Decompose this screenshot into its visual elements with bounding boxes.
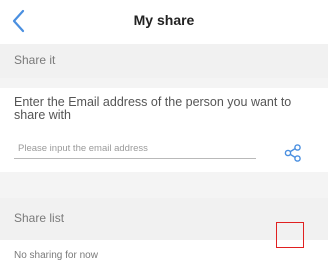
- share-it-heading: Share it: [14, 53, 56, 67]
- section-spacer: [0, 172, 328, 198]
- share-list-heading: Share list: [14, 211, 65, 225]
- share-icon: [284, 144, 301, 162]
- highlight-box: [276, 222, 304, 248]
- share-it-header: Share it: [0, 44, 328, 78]
- share-instruction: Enter the Email address of the person yo…: [14, 95, 292, 122]
- page-title: My share: [133, 12, 195, 28]
- share-button[interactable]: [282, 142, 304, 164]
- email-input[interactable]: [14, 139, 256, 159]
- empty-list-message: No sharing for now: [14, 250, 98, 261]
- my-share-screen: My share Share it Enter the Email addres…: [0, 0, 328, 275]
- nav-bar: My share: [0, 0, 328, 44]
- share-it-panel: Enter the Email address of the person yo…: [0, 88, 328, 172]
